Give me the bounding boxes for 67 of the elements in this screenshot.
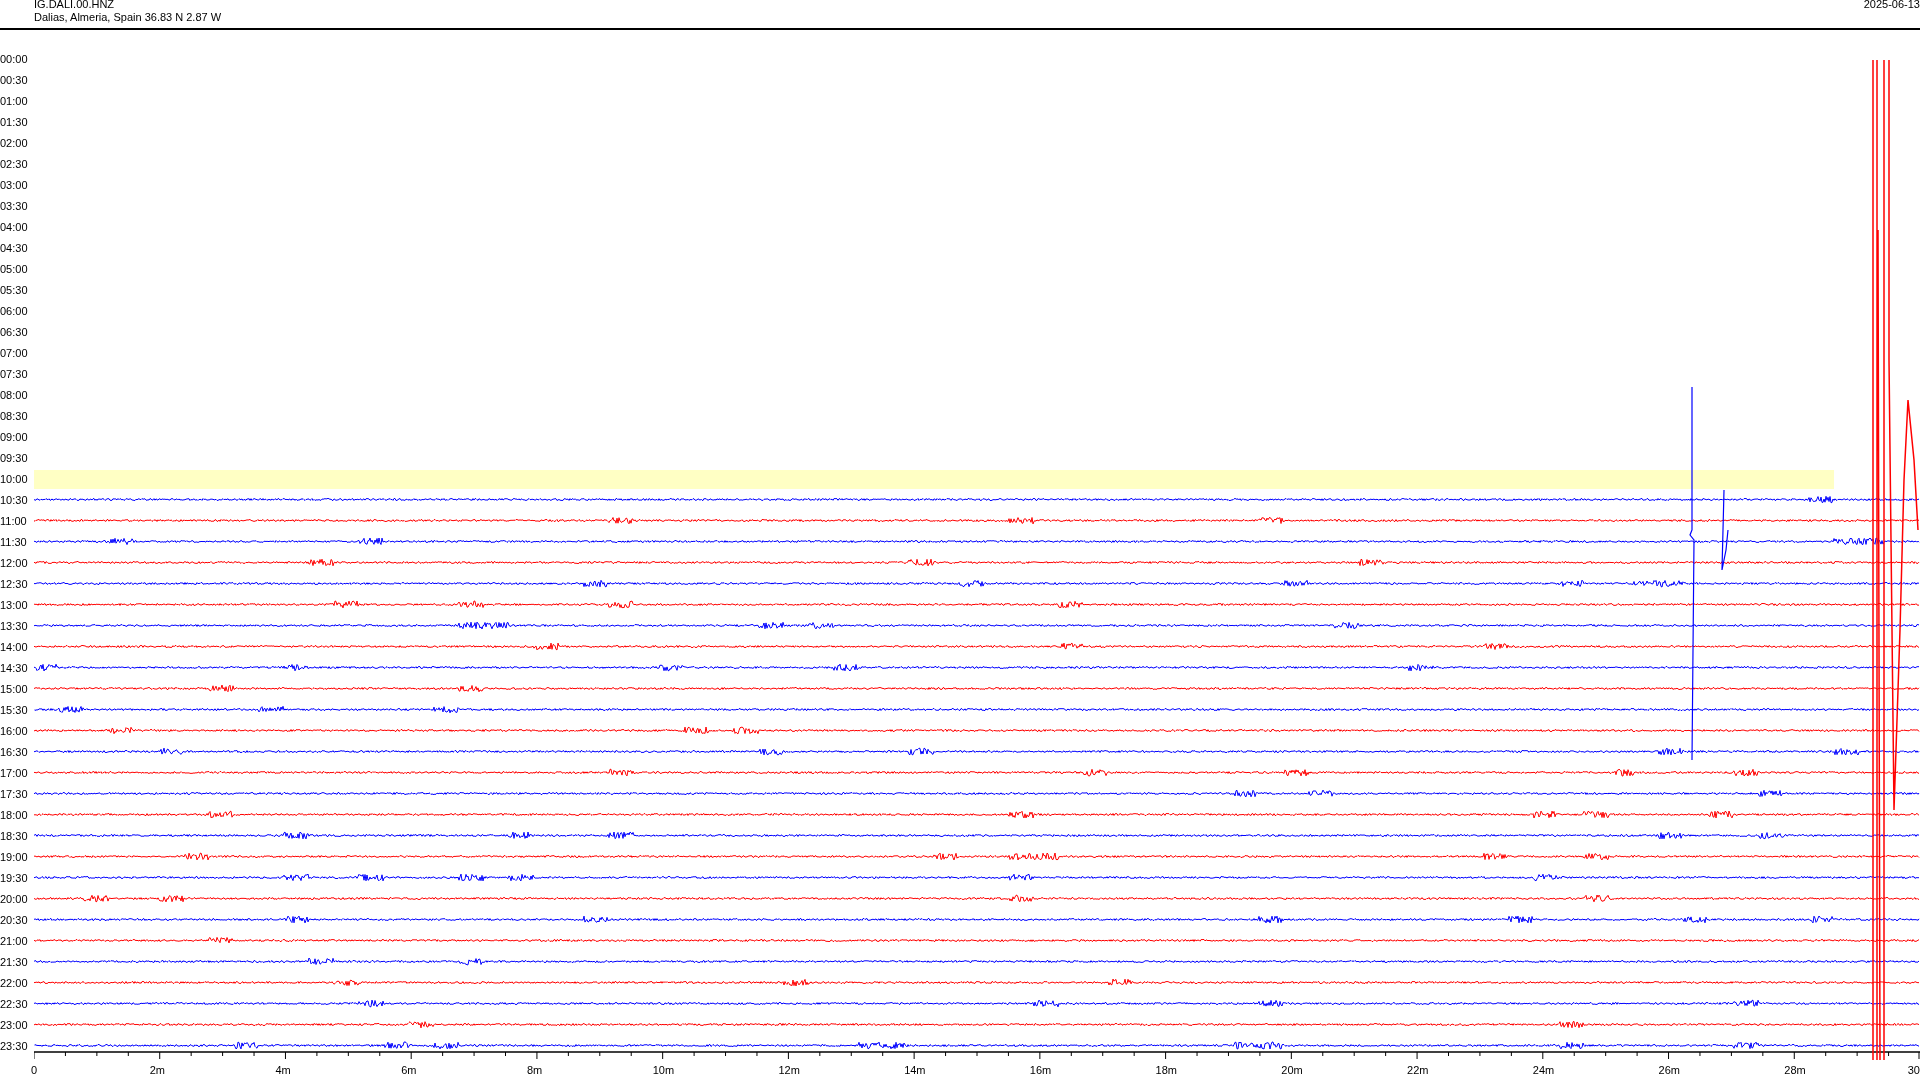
axis-label: 6m [401,1064,417,1076]
time-label: 08:00 [0,388,29,401]
time-label: 15:00 [0,682,29,695]
time-label: 02:00 [0,136,29,149]
time-label: 05:00 [0,262,29,275]
time-label: 03:00 [0,178,29,191]
time-label: 01:30 [0,115,29,128]
time-label: 09:30 [0,451,29,464]
axis-label: 0 [31,1064,38,1076]
time-label: 19:00 [0,850,29,863]
axis-label: 12m [778,1064,800,1076]
time-label: 10:30 [0,493,29,506]
time-label: 16:00 [0,724,29,737]
time-label: 06:00 [0,304,29,317]
time-label: 04:30 [0,241,29,254]
axis-label: 4m [275,1064,291,1076]
time-label: 11:30 [0,535,28,548]
axis-label: 10m [652,1064,675,1076]
time-label: 04:00 [0,220,29,233]
time-label: 00:00 [0,52,29,65]
time-label: 14:30 [0,661,29,674]
axis-label: 2m [149,1064,165,1076]
time-label: 12:00 [0,556,29,569]
station-code: IG.DALI.00.HNZ [34,0,116,11]
time-label: 14:00 [0,640,29,653]
time-label: 09:00 [0,430,29,443]
time-label: 18:00 [0,808,29,821]
axis-label: 22m [1407,1064,1429,1076]
time-label: 03:30 [0,199,29,212]
time-label: 20:30 [0,913,29,926]
time-label: 07:30 [0,367,29,380]
time-label: 18:30 [0,829,29,842]
time-label: 21:30 [0,955,29,968]
time-label: 12:30 [0,577,29,590]
axis-label: 14m [904,1064,926,1076]
axis-label: 20m [1281,1064,1303,1076]
record-date: 2025-06-13 [1863,0,1920,10]
axis-label: 18m [1155,1064,1177,1076]
time-label: 02:30 [0,157,29,170]
time-label: 16:30 [0,745,29,758]
time-label: 10:00 [0,472,29,485]
time-label: 20:00 [0,892,29,905]
axis-label: 30 [1907,1064,1920,1076]
time-label: 11:00 [0,514,28,527]
time-label: 05:30 [0,283,29,296]
time-label: 19:30 [0,871,29,884]
time-label: 13:30 [0,619,29,632]
time-label: 06:30 [0,325,29,338]
time-label: 22:00 [0,976,29,989]
time-label: 13:00 [0,598,29,611]
time-label: 07:00 [0,346,29,359]
axis-label: 24m [1532,1064,1555,1076]
axis-label: 26m [1658,1064,1680,1076]
time-label: 21:00 [0,934,29,947]
time-label: 17:00 [0,766,29,779]
time-label: 15:30 [0,703,29,716]
axis-label: 8m [526,1064,543,1076]
station-location: Dalias, Almeria, Spain 36.83 N 2.87 W [34,11,222,24]
time-label: 22:30 [0,997,29,1010]
axis-label: 28m [1784,1064,1806,1076]
time-label: 08:30 [0,409,29,422]
time-label: 23:00 [0,1018,29,1031]
time-label: 01:00 [0,94,29,107]
time-label: 00:30 [0,73,29,86]
time-label: 17:30 [0,787,29,800]
axis-label: 16m [1029,1064,1052,1076]
time-label: 23:30 [0,1039,29,1052]
